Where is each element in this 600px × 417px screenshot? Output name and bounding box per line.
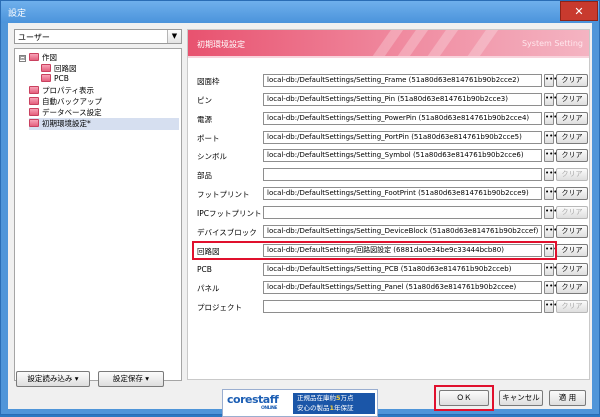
setting-label: 部品: [197, 171, 212, 180]
folder-icon: [29, 97, 39, 105]
ok-highlight: [434, 385, 494, 411]
chevron-down-icon[interactable]: ▼: [167, 30, 181, 43]
panel-subtitle: System Setting: [521, 39, 583, 48]
clear-button[interactable]: クリア: [556, 225, 588, 238]
setting-label: フットプリント: [197, 190, 250, 199]
browse-button[interactable]: •••: [544, 168, 557, 181]
browse-button[interactable]: •••: [544, 281, 557, 294]
close-icon[interactable]: ✕: [560, 1, 598, 21]
setting-path-field[interactable]: [263, 300, 542, 313]
clear-button[interactable]: クリア: [556, 131, 588, 144]
folder-icon: [41, 74, 51, 82]
browse-button[interactable]: •••: [544, 263, 557, 276]
save-settings-button[interactable]: 設定保存 ▾: [98, 371, 164, 387]
ad-slogan: 正規品在庫約5万点 安心の製品1年保証: [293, 393, 375, 414]
setting-label: パネル: [197, 284, 220, 293]
tree-item-initial-settings[interactable]: 初期環境設定*: [29, 118, 179, 130]
category-select-value: ユーザー: [18, 33, 50, 42]
browse-button[interactable]: •••: [544, 112, 557, 125]
setting-label: IPCフットプリント: [197, 209, 262, 218]
import-settings-button[interactable]: 設定読み込み ▾: [16, 371, 90, 387]
setting-label: シンボル: [197, 152, 227, 161]
clear-button[interactable]: クリア: [556, 74, 588, 87]
setting-label: PCB: [197, 265, 212, 274]
clear-button[interactable]: クリア: [556, 206, 588, 219]
setting-path-field[interactable]: [263, 206, 542, 219]
setting-path-field[interactable]: local-db:/DefaultSettings/Setting_PowerP…: [263, 112, 542, 125]
setting-path-field[interactable]: [263, 168, 542, 181]
folder-icon: [29, 53, 39, 61]
folder-icon: [29, 108, 39, 116]
setting-label: 電源: [197, 115, 212, 124]
browse-button[interactable]: •••: [544, 225, 557, 238]
clear-button[interactable]: クリア: [556, 168, 588, 181]
folder-icon: [29, 119, 39, 127]
folder-icon: [41, 64, 51, 72]
clear-button[interactable]: クリア: [556, 187, 588, 200]
setting-path-field[interactable]: local-db:/DefaultSettings/Setting_Pin (5…: [263, 93, 542, 106]
clear-button[interactable]: クリア: [556, 300, 588, 313]
setting-label: ピン: [197, 96, 212, 105]
browse-button[interactable]: •••: [544, 131, 557, 144]
apply-button[interactable]: 適 用: [549, 390, 586, 406]
collapse-icon[interactable]: ⊟: [19, 55, 26, 62]
setting-path-field[interactable]: local-db:/DefaultSettings/Setting_Frame …: [263, 74, 542, 87]
setting-path-field[interactable]: local-db:/DefaultSettings/Setting_FootPr…: [263, 187, 542, 200]
banner-stripe: [456, 30, 500, 56]
setting-path-field[interactable]: local-db:/DefaultSettings/Setting_PortPi…: [263, 131, 542, 144]
browse-button[interactable]: •••: [544, 300, 557, 313]
cancel-button[interactable]: キャンセル: [499, 390, 543, 406]
setting-label: 図面枠: [197, 77, 220, 86]
category-select[interactable]: ユーザー ▼: [14, 29, 182, 44]
folder-icon: [29, 86, 39, 94]
dialog-body: ユーザー ▼ ⊟ 作図 回路図 PCB プロパティ表示 自動バックアップ データ…: [8, 23, 592, 417]
settings-tree[interactable]: ⊟ 作図 回路図 PCB プロパティ表示 自動バックアップ データベース設定 初…: [14, 48, 182, 381]
corestaff-banner[interactable]: corestaff ONLINE 正規品在庫約5万点 安心の製品1年保証: [222, 389, 378, 417]
clear-button[interactable]: クリア: [556, 263, 588, 276]
settings-panel: 初期環境設定 System Setting 図面枠 local-db:/Defau…: [187, 29, 590, 380]
window-title: 設定: [8, 9, 27, 19]
clear-button[interactable]: クリア: [556, 112, 588, 125]
clear-button[interactable]: クリア: [556, 244, 588, 257]
setting-label: デバイスブロック: [197, 228, 257, 237]
setting-path-field[interactable]: local-db:/DefaultSettings/Setting_Device…: [263, 225, 542, 238]
setting-label: ポート: [197, 134, 220, 143]
title-bar[interactable]: 設定 ✕: [1, 1, 599, 23]
setting-path-field[interactable]: local-db:/DefaultSettings/Setting_Panel …: [263, 281, 542, 294]
clear-button[interactable]: クリア: [556, 149, 588, 162]
browse-button[interactable]: •••: [544, 206, 557, 219]
panel-title: 初期環境設定: [197, 40, 245, 49]
clear-button[interactable]: クリア: [556, 281, 588, 294]
browse-button[interactable]: •••: [544, 93, 557, 106]
browse-button[interactable]: •••: [544, 149, 557, 162]
panel-header: 初期環境設定 System Setting: [188, 30, 589, 58]
corestaff-logo: corestaff ONLINE: [227, 393, 279, 411]
browse-button[interactable]: •••: [544, 74, 557, 87]
schematic-row-highlight: [192, 241, 557, 260]
setting-path-field[interactable]: local-db:/DefaultSettings/Setting_Symbol…: [263, 149, 542, 162]
setting-label: プロジェクト: [197, 303, 242, 312]
settings-window: 設定 ✕ ユーザー ▼ ⊟ 作図 回路図 PCB プロパティ表示 自動バックアッ…: [0, 0, 600, 417]
browse-button[interactable]: •••: [544, 187, 557, 200]
clear-button[interactable]: クリア: [556, 93, 588, 106]
setting-path-field[interactable]: local-db:/DefaultSettings/Setting_PCB (5…: [263, 263, 542, 276]
